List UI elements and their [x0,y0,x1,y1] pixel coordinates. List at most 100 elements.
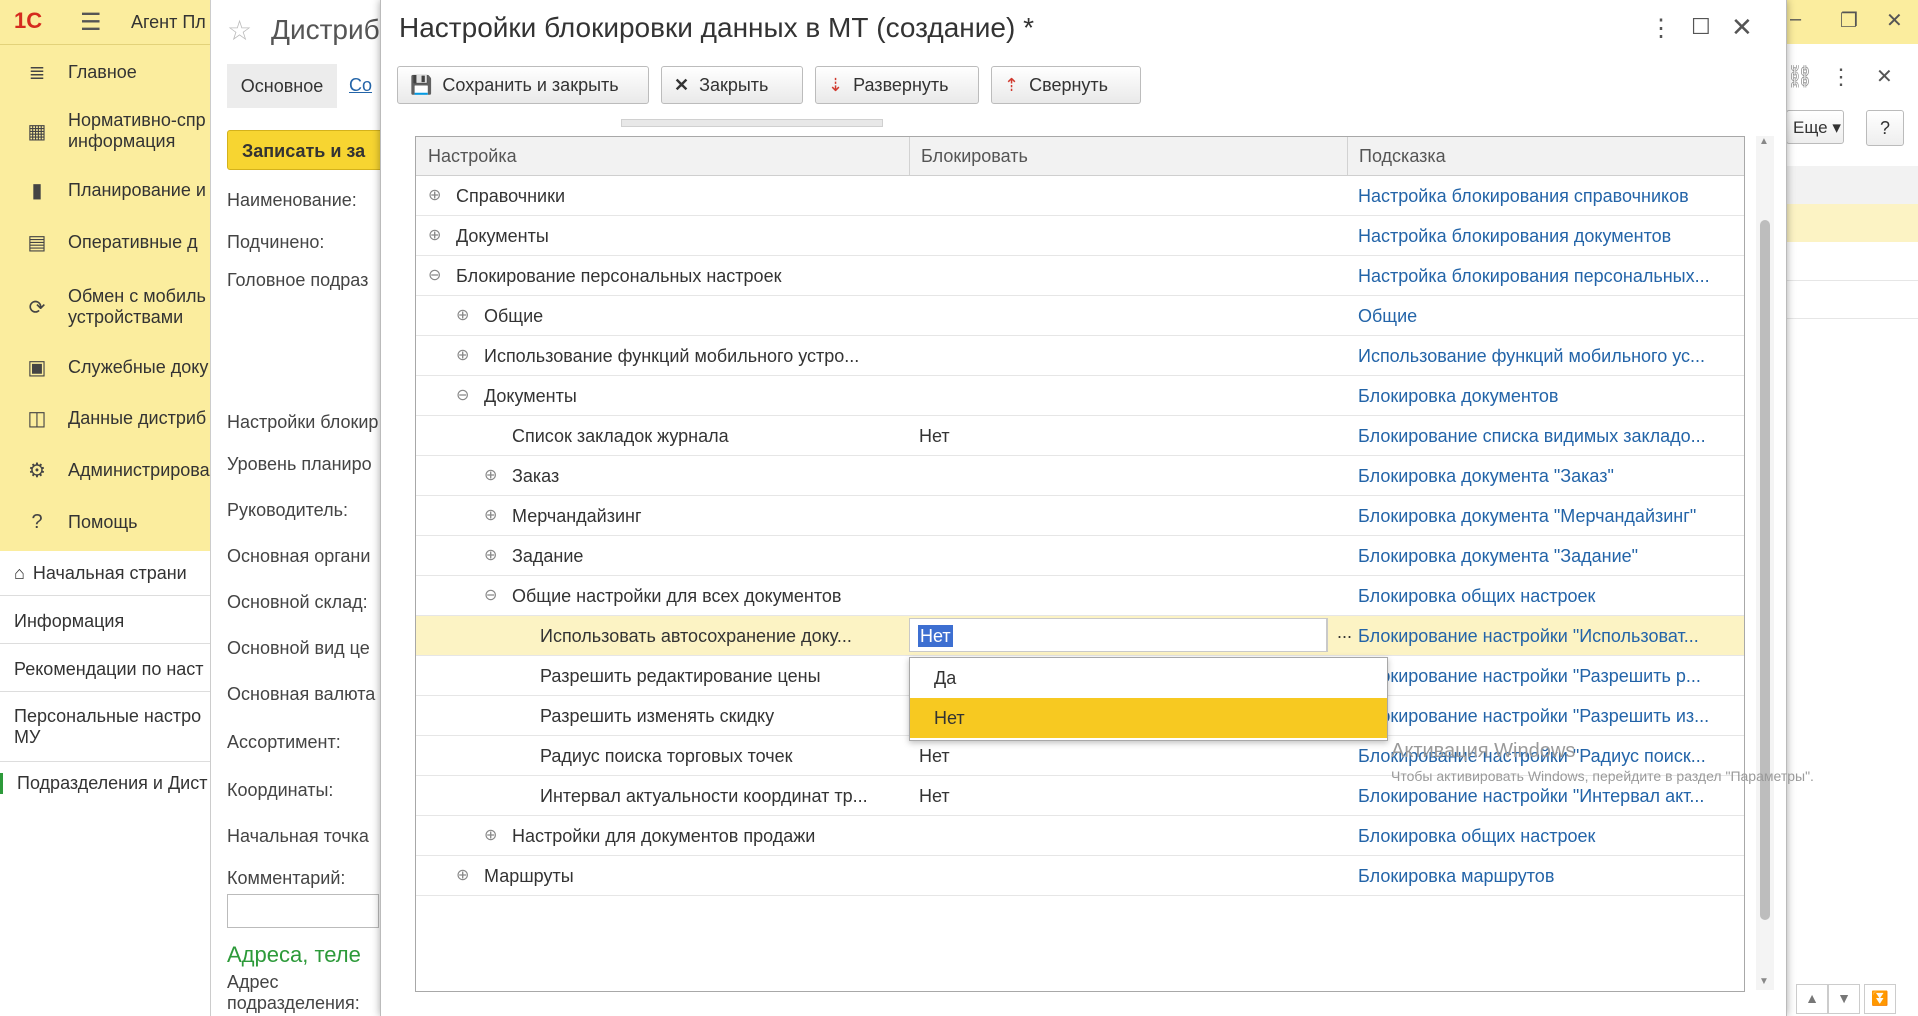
open-window-info[interactable]: Информация [0,611,210,632]
table-row[interactable]: ⊕ Настройки для документов продажи Блокир… [416,816,1744,856]
sidebar-item-label: Помощь [68,511,138,532]
table-row[interactable]: ⊕ Задание Блокировка документа "Задание" [416,536,1744,576]
sidebar-item-planning[interactable]: ▮ Планирование и [0,175,210,205]
table-row[interactable]: ⊕ Маршруты Блокировка маршрутов [416,856,1744,896]
row-hint-link[interactable]: Настройка блокирования персональных... [1358,256,1710,296]
sidebar-item-help[interactable]: ? Помощь [0,507,210,537]
sidebar-item-operative[interactable]: ▤ Оперативные д [0,227,210,257]
row-hint-link[interactable]: Блокировка общих настроек [1358,816,1595,856]
row-hint-link[interactable]: Использование функций мобильного ус... [1358,336,1705,376]
collapse-icon[interactable]: ⊖ [428,256,456,296]
vertical-scrollbar[interactable]: ▲ ▼ [1756,136,1774,990]
expand-icon[interactable]: ⊕ [484,456,512,496]
column-header-hint[interactable]: Подсказка [1347,137,1744,175]
save-and-close-button[interactable]: 💾 Сохранить и закрыть [397,66,649,104]
row-hint-link[interactable]: Блокировка документа "Заказ" [1358,456,1614,496]
column-header-lock[interactable]: Блокировать [909,137,1347,175]
more-vertical-icon[interactable]: ⋮ [1830,64,1852,90]
row-hint-link[interactable]: Блокирование списка видимых закладо... [1358,416,1706,456]
save-and-close-button[interactable]: Записать и за [227,130,387,170]
row-hint-link[interactable]: Блокировка документа "Мерчандайзинг" [1358,496,1696,536]
row-hint-link[interactable]: Блокирование настройки "Использоват... [1358,616,1699,656]
collapse-icon[interactable]: ⊖ [456,376,484,416]
sidebar-item-administration[interactable]: ⚙ Администрирова [0,455,210,485]
collapse-button[interactable]: ⇡ Свернуть [991,66,1141,104]
menu-icon[interactable]: ☰ [80,8,102,37]
row-hint-link[interactable]: Общие [1358,296,1417,336]
row-hint-link[interactable]: Блокировка документа "Задание" [1358,536,1638,576]
tab-main[interactable]: Основное [227,64,337,108]
open-window-recommendations[interactable]: Рекомендации по наст [0,659,210,680]
row-lock-value[interactable]: Нет [919,736,950,776]
table-row[interactable]: ⊕ Использование функций мобильного устро.… [416,336,1744,376]
comment-input[interactable] [227,894,379,928]
table-row[interactable] [1786,242,1918,281]
collapse-icon[interactable]: ⊖ [484,576,512,616]
expand-icon[interactable]: ⊕ [456,856,484,896]
restore-icon[interactable]: ❐ [1840,8,1858,33]
star-icon[interactable]: ☆ [227,14,252,47]
expand-icon[interactable]: ⊕ [484,816,512,856]
sidebar-item-mobile-exchange[interactable]: ⟳ Обмен с мобиль устройствами [0,285,210,329]
dropdown-option-yes[interactable]: Да [910,658,1387,698]
table-row[interactable]: ⊖ Общие настройки для всех документов Бло… [416,576,1744,616]
scroll-up-icon[interactable]: ▲ [1759,136,1769,147]
scroll-top-icon[interactable]: ▲ [1796,984,1828,1014]
close-button[interactable]: ✕ Закрыть [661,66,803,104]
maximize-icon[interactable]: ☐ [1691,14,1711,40]
link-icon[interactable]: ⛓ [1786,64,1814,90]
sidebar-item-reference[interactable]: ▦ Нормативно-спр информация [0,109,210,153]
close-icon[interactable]: ✕ [1731,12,1753,43]
expand-icon[interactable]: ⊕ [428,216,456,256]
sidebar-item-service-docs[interactable]: ▣ Служебные доку [0,352,210,382]
open-window-home[interactable]: ⌂ Начальная страни [0,563,210,584]
expand-icon[interactable]: ⊕ [484,496,512,536]
table-row[interactable]: ⊕ Мерчандайзинг Блокировка документа "Мер… [416,496,1744,536]
more-vertical-icon[interactable]: ⋮ [1649,14,1673,43]
expand-icon[interactable]: ⊕ [456,336,484,376]
row-hint-link[interactable]: Настройка блокирования документов [1358,216,1671,256]
more-button[interactable]: Еще ▾ [1786,110,1844,144]
expand-button[interactable]: ⇣ Развернуть [815,66,979,104]
row-hint-link[interactable]: Блокировка общих настроек [1358,576,1595,616]
table-row[interactable]: ⊕ Справочники Настройка блокирования спра… [416,176,1744,216]
help-button[interactable]: ? [1866,110,1904,146]
table-row[interactable]: ⊖ Документы Блокировка документов [416,376,1744,416]
column-header-setting[interactable]: Настройка [416,137,909,175]
sidebar-item-distributor-data[interactable]: ◫ Данные дистриб [0,403,210,433]
table-row[interactable] [1786,204,1918,242]
scroll-end-icon[interactable]: ⏬ [1864,984,1896,1014]
row-hint-link[interactable]: Настройка блокирования справочников [1358,176,1689,216]
tab-other[interactable]: Со [349,75,372,96]
expand-icon[interactable]: ⊕ [456,296,484,336]
row-hint-link[interactable]: Блокировка документов [1358,376,1558,416]
row-hint-link[interactable]: Блокировка маршрутов [1358,856,1554,896]
table-row[interactable]: Список закладок журнала Нет Блокирование… [416,416,1744,456]
close-icon[interactable]: ✕ [1886,8,1903,33]
row-hint-link[interactable]: Блокирование настройки "Разрешить р... [1358,656,1701,696]
table-row-selected[interactable]: Использовать автосохранение доку... Нет … [416,616,1744,656]
open-window-personal-settings[interactable]: Персональные настро МУ [0,706,210,748]
table-row[interactable] [1786,280,1918,319]
table-row[interactable]: ⊖ Блокирование персональных настроек Наст… [416,256,1744,296]
lock-value-select[interactable]: Нет [909,618,1327,652]
dropdown-option-no[interactable]: Нет [910,698,1387,738]
scroll-down-icon[interactable]: ▼ [1759,976,1769,987]
table-row[interactable]: ⊕ Общие Общие [416,296,1744,336]
row-setting-name: Документы [484,386,577,406]
expand-icon[interactable]: ⊕ [484,536,512,576]
scroll-bottom-icon[interactable]: ▼ [1828,984,1860,1014]
expand-icon[interactable]: ⊕ [428,176,456,216]
row-hint-link[interactable]: Блокирование настройки "Разрешить из... [1358,696,1709,736]
open-window-divisions[interactable]: Подразделения и Дист [0,773,210,794]
scrollbar-thumb[interactable] [1760,220,1770,920]
lock-value-selected-text[interactable]: Нет [918,625,953,647]
row-lock-value[interactable]: Нет [919,776,950,816]
close-icon[interactable]: ✕ [1876,64,1893,89]
row-lock-value[interactable]: Нет [919,416,950,456]
minimize-icon[interactable]: – [1790,8,1801,31]
table-row[interactable]: ⊕ Документы Настройка блокирования докуме… [416,216,1744,256]
table-row[interactable]: ⊕ Заказ Блокировка документа "Заказ" [416,456,1744,496]
sidebar-item-main[interactable]: ≣ Главное [0,57,210,87]
choose-button[interactable]: ... [1327,618,1361,652]
